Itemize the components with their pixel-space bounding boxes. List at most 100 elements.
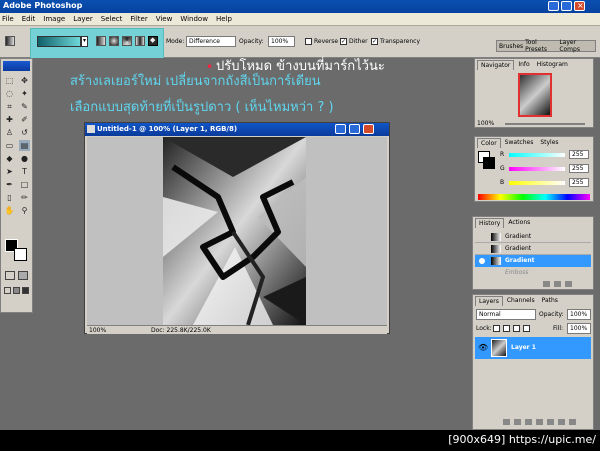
tab-channels[interactable]: Channels	[504, 296, 538, 306]
delete-layer-icon[interactable]	[569, 419, 576, 425]
menu-select[interactable]: Select	[101, 15, 123, 23]
stamp-tool-icon[interactable]: ♙	[4, 127, 15, 138]
adjustment-icon[interactable]	[547, 419, 554, 425]
link-icon[interactable]	[503, 419, 510, 425]
linear-gradient-button[interactable]	[96, 36, 106, 46]
close-button[interactable]: ×	[574, 1, 585, 11]
tab-actions[interactable]: Actions	[505, 218, 533, 228]
screen-mode-black-icon[interactable]	[22, 287, 29, 294]
dodge-tool-icon[interactable]: ●	[19, 153, 30, 164]
diamond-gradient-button[interactable]: ◆	[148, 36, 158, 46]
fill-input[interactable]: 100%	[567, 323, 591, 334]
eyedropper-tool-icon[interactable]: ✏	[19, 192, 30, 203]
type-tool-icon[interactable]: T	[19, 166, 30, 177]
history-item[interactable]: Gradient	[475, 243, 591, 255]
snapshot-icon[interactable]	[554, 281, 561, 287]
new-layer-icon[interactable]	[558, 419, 565, 425]
tab-history[interactable]: History	[475, 218, 505, 228]
lock-position-icon[interactable]	[513, 325, 520, 332]
gradient-tool-icon[interactable]: ▤	[19, 140, 30, 151]
lock-image-icon[interactable]	[503, 325, 510, 332]
path-select-icon[interactable]: ➤	[4, 166, 15, 177]
minimize-button[interactable]	[548, 1, 559, 11]
menu-layer[interactable]: Layer	[73, 15, 93, 23]
tab-histogram[interactable]: Histogram	[534, 60, 571, 70]
navigator-thumbnail[interactable]	[518, 73, 552, 117]
menu-help[interactable]: Help	[216, 15, 232, 23]
move-tool-icon[interactable]: ✥	[19, 75, 30, 86]
gradient-dropdown-icon[interactable]: ▾	[81, 36, 88, 47]
pen-tool-icon[interactable]: ✒	[4, 179, 15, 190]
tab-info[interactable]: Info	[515, 60, 532, 70]
reflected-gradient-button[interactable]	[135, 36, 145, 46]
menu-image[interactable]: Image	[43, 15, 65, 23]
history-brush-icon[interactable]: ↺	[19, 127, 30, 138]
channel-r-input[interactable]: 255	[569, 150, 589, 159]
standard-mode-icon[interactable]	[5, 271, 15, 280]
menu-file[interactable]: File	[2, 15, 14, 23]
slice-tool-icon[interactable]: ✎	[19, 101, 30, 112]
quick-mask-icon[interactable]	[18, 271, 28, 280]
mode-select[interactable]: Difference	[186, 36, 236, 47]
radial-gradient-button[interactable]	[109, 36, 119, 46]
tab-swatches[interactable]: Swatches	[502, 138, 537, 148]
tab-styles[interactable]: Styles	[537, 138, 561, 148]
navigator-zoom-slider[interactable]	[505, 123, 585, 125]
menu-filter[interactable]: Filter	[130, 15, 147, 23]
layer-row[interactable]: 👁 Layer 1	[475, 337, 591, 359]
tab-layers[interactable]: Layers	[475, 296, 503, 306]
menu-window[interactable]: Window	[180, 15, 208, 23]
shape-tool-icon[interactable]: □	[19, 179, 30, 190]
channel-g-input[interactable]: 255	[569, 164, 589, 173]
channel-b-slider[interactable]	[509, 181, 565, 185]
transparency-checkbox[interactable]: ✓	[371, 38, 378, 45]
marquee-tool-icon[interactable]: ⬚	[4, 75, 15, 86]
tab-color[interactable]: Color	[477, 138, 501, 148]
fx-icon[interactable]	[514, 419, 521, 425]
eraser-tool-icon[interactable]: ▭	[4, 140, 15, 151]
angle-gradient-button[interactable]	[122, 36, 132, 46]
layer-opacity-input[interactable]: 100%	[567, 309, 591, 320]
tab-layer-comps[interactable]: Layer Comps	[559, 39, 595, 53]
menu-edit[interactable]: Edit	[22, 15, 36, 23]
channel-g-slider[interactable]	[509, 167, 565, 171]
mask-icon[interactable]	[525, 419, 532, 425]
lock-all-icon[interactable]	[523, 325, 530, 332]
trash-icon[interactable]	[565, 281, 572, 287]
doc-maximize-button[interactable]	[349, 124, 360, 134]
eye-icon[interactable]: 👁	[478, 343, 488, 353]
lock-transparent-icon[interactable]	[493, 325, 500, 332]
magic-wand-tool-icon[interactable]: ✦	[19, 88, 30, 99]
doc-minimize-button[interactable]	[335, 124, 346, 134]
color-ramp[interactable]	[478, 194, 590, 200]
gradient-swatch[interactable]	[37, 36, 81, 47]
history-item[interactable]: Emboss	[475, 267, 591, 279]
navigator-zoom[interactable]: 100%	[477, 120, 494, 127]
tab-navigator[interactable]: Navigator	[477, 60, 515, 70]
maximize-button[interactable]	[561, 1, 572, 11]
tab-paths[interactable]: Paths	[539, 296, 561, 306]
channel-r-slider[interactable]	[509, 153, 565, 157]
channel-b-input[interactable]: 255	[569, 178, 589, 187]
doc-close-button[interactable]	[363, 124, 374, 134]
notes-tool-icon[interactable]: ▯	[4, 192, 15, 203]
canvas-area[interactable]	[87, 137, 387, 325]
zoom-tool-icon[interactable]: ⚲	[19, 205, 30, 216]
history-item-selected[interactable]: Gradient	[475, 255, 591, 267]
lasso-tool-icon[interactable]: ◌	[4, 88, 15, 99]
background-color-swatch[interactable]	[14, 248, 27, 261]
dither-checkbox[interactable]: ✓	[340, 38, 347, 45]
screen-mode-full-icon[interactable]	[13, 287, 20, 294]
menu-view[interactable]: View	[156, 15, 173, 23]
healing-tool-icon[interactable]: ✚	[4, 114, 15, 125]
folder-icon[interactable]	[536, 419, 543, 425]
brush-tool-icon[interactable]: ✐	[19, 114, 30, 125]
tab-brushes[interactable]: Brushes	[499, 43, 523, 50]
tab-tool-presets[interactable]: Tool Presets	[525, 39, 557, 53]
reverse-checkbox[interactable]	[305, 38, 312, 45]
history-item[interactable]: Gradient	[475, 231, 591, 243]
opacity-input[interactable]: 100%	[268, 36, 295, 47]
blend-mode-select[interactable]: Normal	[476, 309, 536, 320]
hand-tool-icon[interactable]: ✋	[4, 205, 15, 216]
color-bg-swatch[interactable]	[483, 157, 495, 169]
